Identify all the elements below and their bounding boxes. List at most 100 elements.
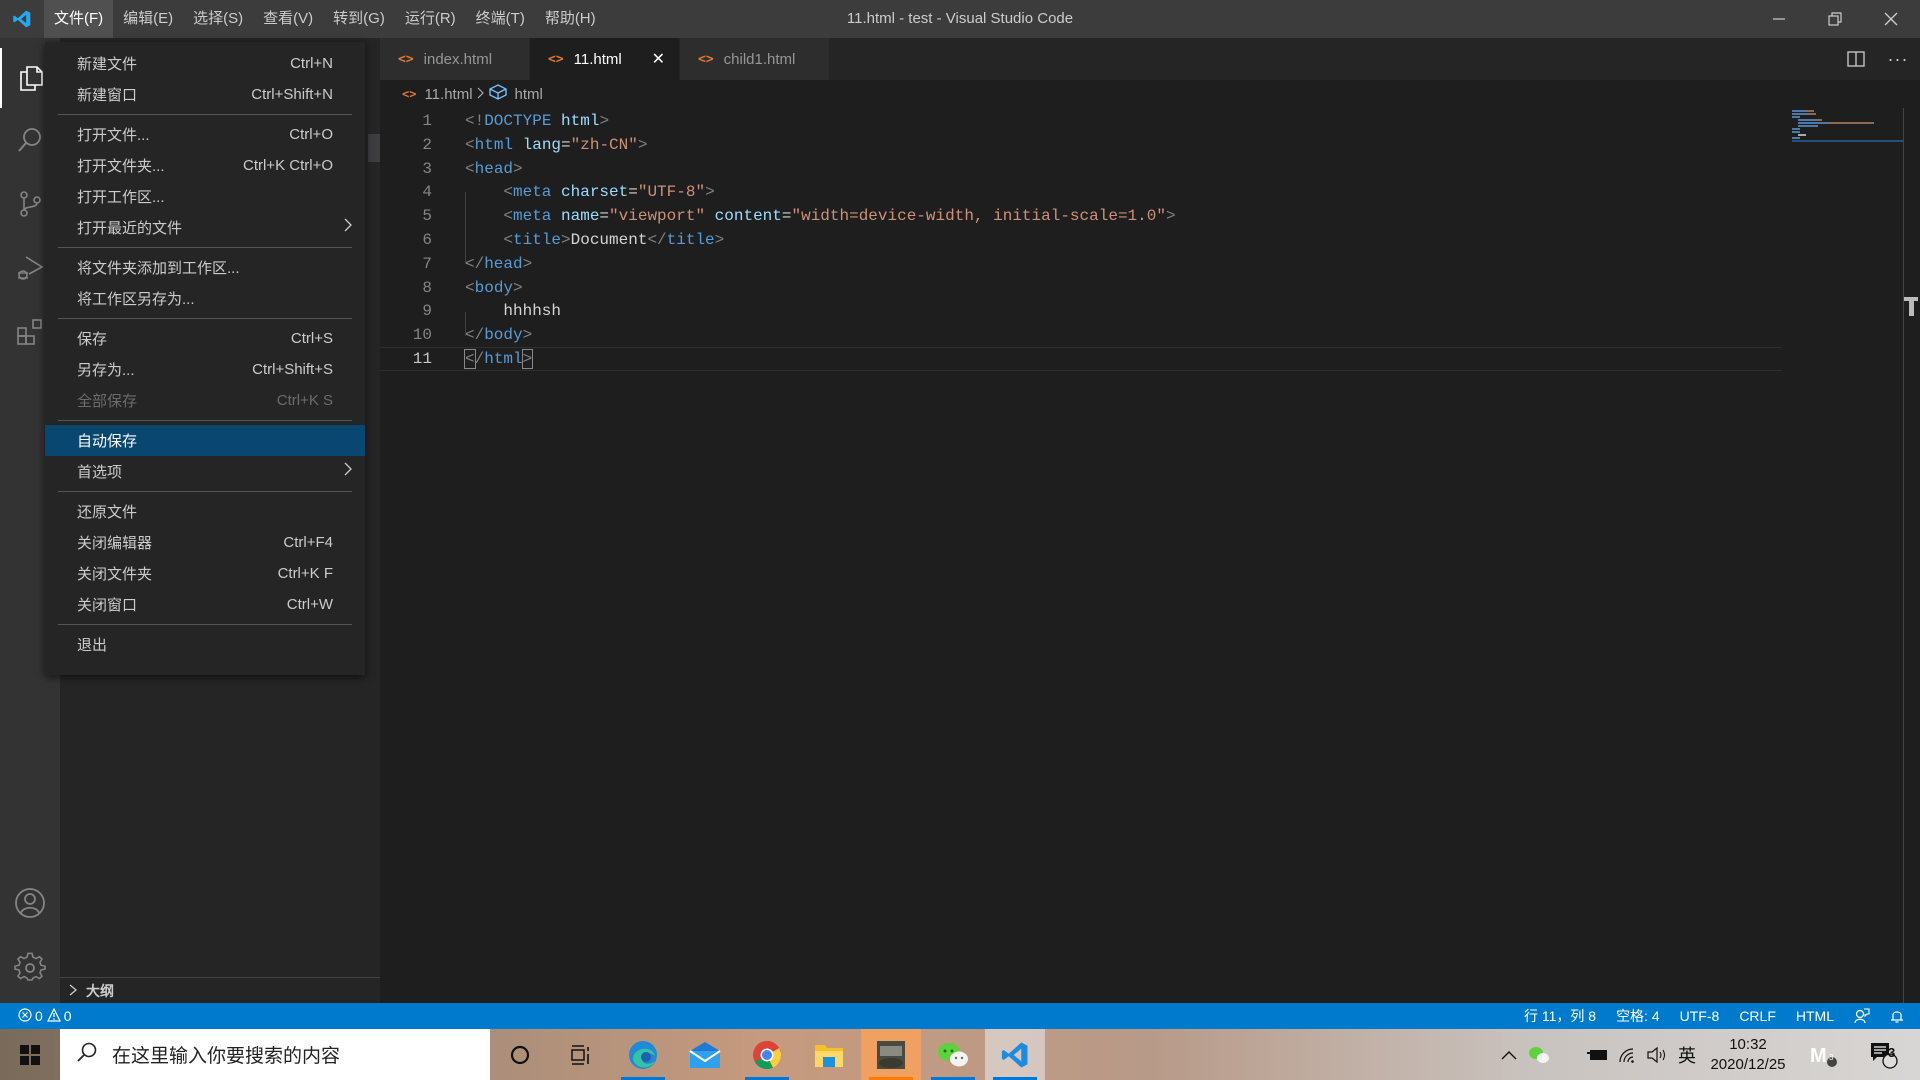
code-line[interactable]: 6 <title>Document</title>: [380, 228, 1780, 252]
battery-icon[interactable]: [1584, 1029, 1610, 1080]
vertical-scrollbar-track[interactable]: [1903, 108, 1904, 1003]
menu-6[interactable]: 终端(T): [466, 0, 535, 38]
vscode-icon[interactable]: [985, 1029, 1045, 1080]
clock[interactable]: 10:32 2020/12/25: [1700, 1029, 1796, 1080]
menu-item[interactable]: 首选项: [45, 456, 365, 487]
menu-item-shortcut: Ctrl+F4: [283, 534, 333, 551]
breadcrumb-file[interactable]: 11.html: [424, 86, 472, 103]
minimap[interactable]: [1788, 108, 1908, 148]
more-actions-icon[interactable]: ···: [1876, 49, 1920, 70]
sidebar-scrollbar-thumb[interactable]: [368, 134, 380, 162]
cortana-icon[interactable]: [490, 1029, 550, 1080]
menu-item[interactable]: 另存为... Ctrl+Shift+S: [45, 354, 365, 385]
menu-4[interactable]: 转到(G): [323, 0, 395, 38]
code-token: <: [465, 278, 475, 297]
menu-item-shortcut: Ctrl+N: [290, 55, 333, 72]
outline-label: 大纲: [86, 982, 114, 999]
menu-0[interactable]: 文件(F): [44, 0, 114, 38]
menu-3[interactable]: 查看(V): [253, 0, 323, 38]
code-token: <: [503, 207, 513, 226]
clock-time: 10:32: [1729, 1035, 1767, 1053]
menu-item[interactable]: 打开工作区...: [45, 181, 365, 212]
code-line[interactable]: 1 <!DOCTYPE html>: [380, 109, 1780, 133]
volume-icon[interactable]: [1644, 1029, 1670, 1080]
code-line[interactable]: 10 </body>: [380, 323, 1780, 347]
photo-app-icon[interactable]: [861, 1029, 921, 1080]
menu-item[interactable]: 还原文件: [45, 496, 365, 527]
code-line[interactable]: 11 </html>: [380, 347, 1782, 371]
problems-indicator[interactable]: 0 0: [0, 1003, 82, 1029]
file-explorer-icon[interactable]: [799, 1029, 859, 1080]
settings-gear-icon[interactable]: [0, 938, 60, 998]
html-file-icon: <>: [698, 51, 714, 67]
menu-item[interactable]: 关闭编辑器 Ctrl+F4: [45, 527, 365, 558]
wechat-tray-icon[interactable]: [1524, 1029, 1554, 1080]
code-line[interactable]: 2 <html lang="zh-CN">: [380, 133, 1780, 157]
menu-item[interactable]: 打开文件... Ctrl+O: [45, 119, 365, 150]
code-editor[interactable]: 1 <!DOCTYPE html> 2 <html lang="zh-CN"> 3 <he…: [380, 108, 1920, 1003]
show-hidden-icons-chevron[interactable]: [1497, 1029, 1521, 1080]
input-method-indicator[interactable]: 英: [1674, 1029, 1700, 1080]
menu-item[interactable]: 将文件夹添加到工作区...: [45, 252, 365, 283]
code-token: meta: [513, 183, 552, 202]
menu-separator: [58, 318, 352, 319]
code-token: >: [561, 231, 571, 249]
notifications-bell-icon[interactable]: [1880, 1003, 1920, 1029]
code-token: >: [522, 326, 533, 345]
line-number: 11: [412, 350, 432, 368]
task-view-icon[interactable]: [550, 1029, 610, 1080]
encoding[interactable]: UTF-8: [1670, 1003, 1730, 1029]
menu-item[interactable]: 自动保存: [45, 425, 365, 456]
code-line[interactable]: 9 hhhhsh: [380, 299, 1780, 323]
menu-item[interactable]: 新建窗口 Ctrl+Shift+N: [45, 79, 365, 110]
taskbar-search-box[interactable]: 在这里输入你要搜索的内容: [60, 1029, 490, 1080]
code-token: "UTF-8": [637, 183, 706, 202]
mail-icon[interactable]: [675, 1029, 735, 1080]
minimize-button[interactable]: [1756, 0, 1802, 38]
outline-section-header[interactable]: 大纲: [60, 977, 380, 1003]
line-number: 5: [422, 207, 432, 226]
menu-item[interactable]: 关闭窗口 Ctrl+W: [45, 589, 365, 620]
close-window-button[interactable]: [1868, 0, 1914, 38]
code-line[interactable]: 8 <body>: [380, 276, 1780, 300]
split-editor-icon[interactable]: [1836, 50, 1876, 68]
windows-start-icon[interactable]: [0, 1029, 60, 1080]
menu-item[interactable]: 将工作区另存为...: [45, 283, 365, 314]
menu-5[interactable]: 运行(R): [395, 0, 466, 38]
tab-index-html[interactable]: <> index.html: [380, 38, 530, 80]
close-tab-icon[interactable]: ✕: [652, 49, 665, 69]
wifi-icon[interactable]: [1614, 1029, 1640, 1080]
tray-app-icon[interactable]: M 3: [1805, 1029, 1845, 1080]
chrome-icon[interactable]: [737, 1029, 797, 1080]
edge-icon[interactable]: [613, 1029, 673, 1080]
code-line[interactable]: 7 </head>: [380, 252, 1780, 276]
restore-button[interactable]: [1812, 0, 1858, 38]
code-line[interactable]: 5 <meta name="viewport" content="width=de…: [380, 204, 1780, 228]
account-icon[interactable]: [0, 873, 60, 933]
tab-child1-html[interactable]: <> child1.html: [680, 38, 830, 80]
menu-item[interactable]: 保存 Ctrl+S: [45, 323, 365, 354]
language-mode[interactable]: HTML: [1786, 1003, 1844, 1029]
menu-item[interactable]: 退出: [45, 629, 365, 660]
cursor-position[interactable]: 行 11，列 8: [1514, 1003, 1606, 1029]
feedback-icon[interactable]: [1844, 1003, 1880, 1029]
tray-app-badge: 3: [1829, 1053, 1834, 1062]
menu-item[interactable]: 打开文件夹... Ctrl+K Ctrl+O: [45, 150, 365, 181]
tab-11-html[interactable]: <> 11.html ✕: [530, 38, 680, 80]
code-line[interactable]: 3 <head>: [380, 157, 1780, 181]
menu-7[interactable]: 帮助(H): [535, 0, 606, 38]
action-center-icon[interactable]: 3: [1862, 1029, 1906, 1080]
end-of-line[interactable]: CRLF: [1729, 1003, 1786, 1029]
menu-2[interactable]: 选择(S): [183, 0, 253, 38]
menu-item[interactable]: 全部保存 Ctrl+K S: [45, 385, 365, 416]
menu-item[interactable]: 打开最近的文件: [45, 212, 365, 243]
indentation[interactable]: 空格: 4: [1606, 1003, 1670, 1029]
code-token: >: [599, 112, 610, 130]
menu-item[interactable]: 关闭文件夹 Ctrl+K F: [45, 558, 365, 589]
menu-1[interactable]: 编辑(E): [113, 0, 183, 38]
menu-item[interactable]: 新建文件 Ctrl+N: [45, 48, 365, 79]
code-line[interactable]: 4 <meta charset="UTF-8">: [380, 180, 1780, 204]
wechat-icon[interactable]: [923, 1029, 983, 1080]
breadcrumb-symbol[interactable]: html: [515, 86, 543, 103]
